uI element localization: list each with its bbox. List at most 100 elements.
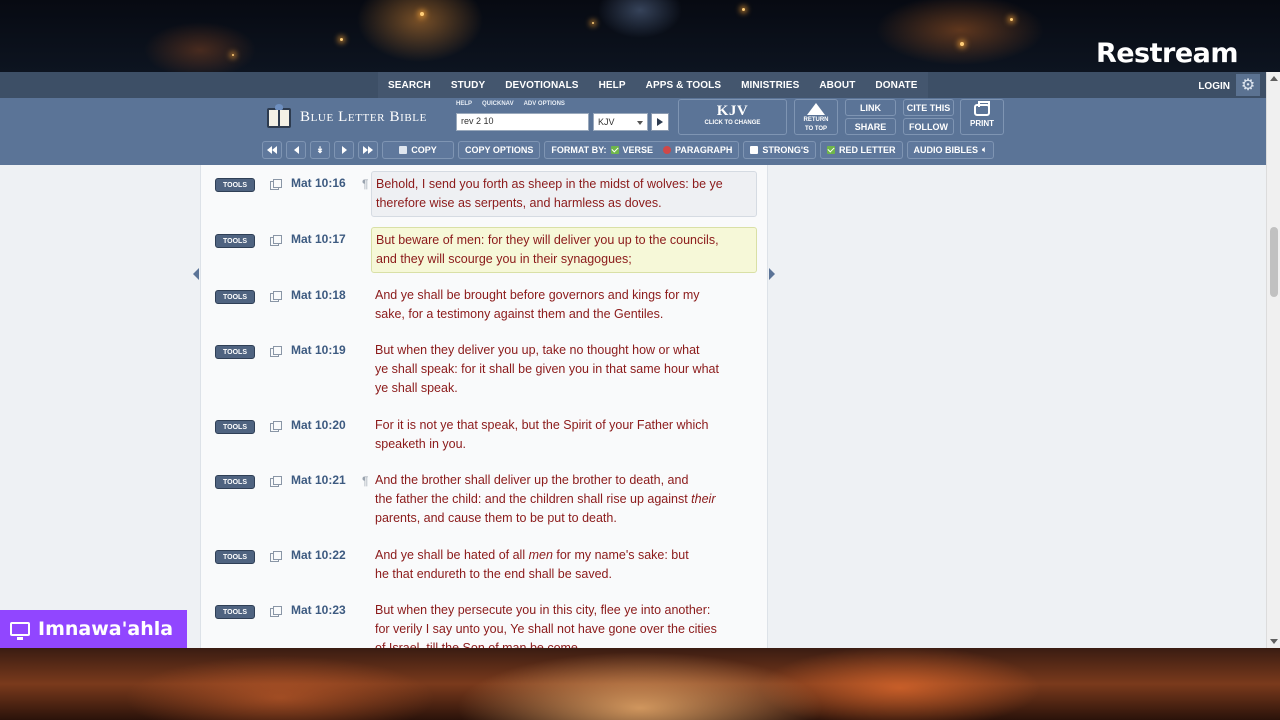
scroll-thumb[interactable]: [1270, 227, 1278, 297]
version-label: KJV: [716, 103, 749, 119]
verse-reference[interactable]: Mat 10:22: [291, 548, 346, 562]
verse-reference[interactable]: Mat 10:18: [291, 288, 346, 302]
tools-button[interactable]: TOOLS: [215, 420, 255, 434]
nav-item-apps-tools[interactable]: APPS & TOOLS: [636, 80, 731, 91]
verse-line: therefore wise as serpents, and harmless…: [376, 196, 662, 210]
red-letter-checkbox[interactable]: [827, 146, 836, 154]
previous-chapter-button[interactable]: [286, 141, 306, 159]
stream-background-top: [0, 0, 1280, 72]
browser-page: SEARCH STUDY DEVOTIONALS HELP APPS & TOOLS MI…: [0, 72, 1280, 648]
adv-options-link[interactable]: ADV OPTIONS: [524, 101, 565, 107]
copy-options-button[interactable]: COPY OPTIONS: [458, 141, 541, 159]
verse-reference[interactable]: Mat 10:16: [291, 176, 346, 190]
audio-bibles-button[interactable]: AUDIO BIBLES 🔈︎: [906, 141, 994, 159]
nav-item-devotionals[interactable]: DEVOTIONALS: [495, 80, 588, 91]
red-letter-toggle[interactable]: RED LETTER: [820, 141, 903, 159]
strongs-toggle[interactable]: STRONG'S: [743, 141, 817, 159]
version-select-value: KJV: [598, 117, 615, 127]
nav-item-study[interactable]: STUDY: [441, 80, 495, 91]
paragraph-radio[interactable]: [663, 146, 672, 154]
arrow-up-icon: [807, 103, 825, 115]
copy-verse-icon[interactable]: [270, 476, 282, 487]
jump-down-button[interactable]: ↡: [310, 141, 330, 159]
format-by-label: FORMAT BY:: [551, 145, 607, 155]
nav-item-ministries[interactable]: MINISTRIES: [731, 80, 809, 91]
verse-text[interactable]: And ye shall be hated of all men for my …: [371, 543, 757, 587]
tools-button[interactable]: TOOLS: [215, 290, 255, 304]
nav-item-donate[interactable]: DONATE: [865, 80, 927, 91]
copy-verse-icon[interactable]: [270, 346, 282, 357]
next-chapter-button[interactable]: [334, 141, 354, 159]
verse-text[interactable]: Behold, I send you forth as sheep in the…: [371, 171, 757, 217]
arrow-right-icon: [341, 146, 347, 154]
quicknav-link[interactable]: QUICKNAV: [482, 101, 514, 107]
nav-item-about[interactable]: ABOUT: [809, 80, 865, 91]
version-select[interactable]: KJV: [593, 113, 648, 131]
site-header: Blue Letter Bible HELP QUICKNAV ADV OPTI…: [0, 98, 1280, 165]
scroll-up-arrow-icon[interactable]: [1270, 76, 1278, 81]
tools-button[interactable]: TOOLS: [215, 605, 255, 619]
return-to-top-button[interactable]: RETURN TO TOP: [794, 99, 838, 135]
page-scrollbar[interactable]: [1266, 72, 1280, 648]
next-book-button[interactable]: [358, 141, 378, 159]
copy-verse-icon[interactable]: [270, 551, 282, 562]
copy-verse-icon[interactable]: [270, 291, 282, 302]
cite-this-button[interactable]: CITE THIS: [903, 99, 954, 116]
copy-verse-icon[interactable]: [270, 235, 282, 246]
blb-logo[interactable]: Blue Letter Bible: [266, 104, 427, 130]
strongs-checkbox[interactable]: [750, 146, 759, 154]
tools-button[interactable]: TOOLS: [215, 475, 255, 489]
to-top-label: TO TOP: [804, 126, 828, 132]
nav-item-help[interactable]: HELP: [589, 80, 636, 91]
copy-verse-icon[interactable]: [270, 421, 282, 432]
follow-button[interactable]: FOLLOW: [903, 118, 954, 135]
verse-reference[interactable]: Mat 10:21: [291, 473, 346, 487]
verse-line: the father the child: and the children s…: [375, 492, 716, 506]
verse-line: And the brother shall deliver up the bro…: [375, 473, 689, 487]
verse-list: TOOLS Mat 10:16 ¶ Behold, I send you forth …: [200, 165, 768, 648]
verse-text[interactable]: But when they persecute you in this city…: [371, 598, 757, 648]
verse-line: Behold, I send you forth as sheep in the…: [376, 177, 723, 191]
collapse-left-arrow-icon[interactable]: [193, 268, 199, 280]
verse-text[interactable]: And ye shall be brought before governors…: [371, 283, 757, 327]
speaker-icon: 🔈︎: [982, 145, 987, 154]
copy-icon: [399, 146, 408, 154]
streamer-badge: Imnawa'ahla: [0, 610, 187, 648]
print-button[interactable]: PRINT: [960, 99, 1004, 135]
verse-reference[interactable]: Mat 10:19: [291, 343, 346, 357]
login-link[interactable]: LOGIN: [1198, 81, 1230, 92]
verse-reference[interactable]: Mat 10:23: [291, 603, 346, 617]
scroll-down-arrow-icon[interactable]: [1270, 639, 1278, 644]
tools-button[interactable]: TOOLS: [215, 345, 255, 359]
expand-right-arrow-icon[interactable]: [769, 268, 775, 280]
print-label: PRINT: [970, 119, 994, 128]
tools-button[interactable]: TOOLS: [215, 178, 255, 192]
previous-book-button[interactable]: [262, 141, 282, 159]
tools-button[interactable]: TOOLS: [215, 234, 255, 248]
restream-logo: Restream: [1095, 38, 1239, 69]
verse-text[interactable]: But beware of men: for they will deliver…: [371, 227, 757, 273]
verse-text[interactable]: And the brother shall deliver up the bro…: [371, 468, 757, 531]
settings-gear-icon[interactable]: ⚙: [1236, 74, 1260, 96]
verse-line: for verily I say unto you, Ye shall not …: [375, 622, 717, 636]
verse-line: For it is not ye that speak, but the Spi…: [375, 418, 709, 432]
copy-verse-icon[interactable]: [270, 179, 282, 190]
search-go-button[interactable]: [651, 113, 669, 131]
tools-button[interactable]: TOOLS: [215, 550, 255, 564]
verse-text[interactable]: But when they deliver you up, take no th…: [371, 338, 757, 401]
verse-reference[interactable]: Mat 10:17: [291, 232, 346, 246]
verse-line: speaketh in you.: [375, 437, 467, 451]
verse-checkbox[interactable]: [610, 146, 619, 154]
share-button[interactable]: SHARE: [845, 118, 896, 135]
search-input[interactable]: rev 2 10: [456, 113, 589, 131]
version-change-button[interactable]: KJV CLICK TO CHANGE: [678, 99, 787, 135]
help-link[interactable]: HELP: [456, 101, 472, 107]
verse-text[interactable]: For it is not ye that speak, but the Spi…: [371, 413, 757, 457]
nav-item-search[interactable]: SEARCH: [378, 80, 441, 91]
link-button[interactable]: LINK: [845, 99, 896, 116]
verse-line: ye shall speak: for it shall be given yo…: [375, 362, 719, 376]
copy-verse-icon[interactable]: [270, 606, 282, 617]
copy-button[interactable]: COPY: [382, 141, 454, 159]
top-navigation: SEARCH STUDY DEVOTIONALS HELP APPS & TOOLS MI…: [0, 72, 1280, 98]
verse-reference[interactable]: Mat 10:20: [291, 418, 346, 432]
